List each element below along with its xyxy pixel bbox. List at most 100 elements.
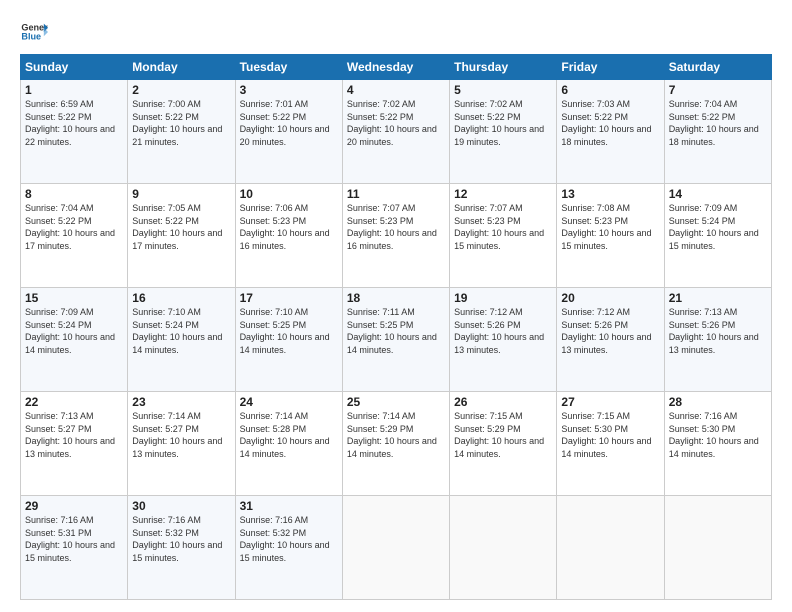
calendar-cell: 15Sunrise: 7:09 AMSunset: 5:24 PMDayligh… [21,288,128,392]
cell-sunset: Sunset: 5:23 PM [347,216,414,226]
day-header-tuesday: Tuesday [235,55,342,80]
day-number: 25 [347,395,445,409]
calendar-cell: 29Sunrise: 7:16 AMSunset: 5:31 PMDayligh… [21,496,128,600]
calendar-cell: 8Sunrise: 7:04 AMSunset: 5:22 PMDaylight… [21,184,128,288]
cell-daylight-label: Daylight: 10 hours and 14 minutes. [561,436,651,459]
calendar-cell: 16Sunrise: 7:10 AMSunset: 5:24 PMDayligh… [128,288,235,392]
cell-daylight-label: Daylight: 10 hours and 21 minutes. [132,124,222,147]
calendar-week-row: 22Sunrise: 7:13 AMSunset: 5:27 PMDayligh… [21,392,772,496]
cell-sunset: Sunset: 5:24 PM [669,216,736,226]
cell-daylight-label: Daylight: 10 hours and 15 minutes. [669,228,759,251]
cell-sunset: Sunset: 5:23 PM [561,216,628,226]
cell-sunset: Sunset: 5:22 PM [132,112,199,122]
cell-sunset: Sunset: 5:22 PM [454,112,521,122]
calendar-cell: 2Sunrise: 7:00 AMSunset: 5:22 PMDaylight… [128,80,235,184]
calendar-cell: 17Sunrise: 7:10 AMSunset: 5:25 PMDayligh… [235,288,342,392]
day-header-thursday: Thursday [450,55,557,80]
cell-sunrise: Sunrise: 7:07 AM [454,203,523,213]
calendar-cell: 5Sunrise: 7:02 AMSunset: 5:22 PMDaylight… [450,80,557,184]
calendar-cell: 14Sunrise: 7:09 AMSunset: 5:24 PMDayligh… [664,184,771,288]
day-number: 15 [25,291,123,305]
calendar-cell: 12Sunrise: 7:07 AMSunset: 5:23 PMDayligh… [450,184,557,288]
cell-sunrise: Sunrise: 7:04 AM [25,203,94,213]
calendar-cell: 1Sunrise: 6:59 AMSunset: 5:22 PMDaylight… [21,80,128,184]
cell-daylight-label: Daylight: 10 hours and 14 minutes. [347,332,437,355]
day-number: 22 [25,395,123,409]
cell-sunset: Sunset: 5:26 PM [454,320,521,330]
header: General Blue [20,18,772,46]
cell-daylight-label: Daylight: 10 hours and 15 minutes. [25,540,115,563]
cell-daylight-label: Daylight: 10 hours and 15 minutes. [454,228,544,251]
cell-sunset: Sunset: 5:24 PM [132,320,199,330]
cell-sunset: Sunset: 5:31 PM [25,528,92,538]
cell-sunrise: Sunrise: 7:11 AM [347,307,415,317]
cell-daylight-label: Daylight: 10 hours and 14 minutes. [132,332,222,355]
cell-sunset: Sunset: 5:22 PM [669,112,736,122]
cell-daylight-label: Daylight: 10 hours and 15 minutes. [132,540,222,563]
cell-sunrise: Sunrise: 7:16 AM [669,411,738,421]
cell-daylight-label: Daylight: 10 hours and 16 minutes. [347,228,437,251]
calendar-cell: 30Sunrise: 7:16 AMSunset: 5:32 PMDayligh… [128,496,235,600]
cell-sunrise: Sunrise: 6:59 AM [25,99,94,109]
cell-daylight-label: Daylight: 10 hours and 14 minutes. [347,436,437,459]
calendar-week-row: 29Sunrise: 7:16 AMSunset: 5:31 PMDayligh… [21,496,772,600]
cell-daylight-label: Daylight: 10 hours and 15 minutes. [561,228,651,251]
cell-daylight-label: Daylight: 10 hours and 18 minutes. [669,124,759,147]
day-number: 7 [669,83,767,97]
day-number: 11 [347,187,445,201]
cell-sunrise: Sunrise: 7:13 AM [669,307,738,317]
cell-daylight-label: Daylight: 10 hours and 13 minutes. [132,436,222,459]
cell-daylight-label: Daylight: 10 hours and 13 minutes. [454,332,544,355]
cell-sunrise: Sunrise: 7:15 AM [454,411,523,421]
cell-sunrise: Sunrise: 7:14 AM [132,411,201,421]
cell-sunset: Sunset: 5:30 PM [561,424,628,434]
cell-sunrise: Sunrise: 7:09 AM [25,307,94,317]
cell-sunset: Sunset: 5:24 PM [25,320,92,330]
cell-sunset: Sunset: 5:32 PM [132,528,199,538]
cell-sunrise: Sunrise: 7:04 AM [669,99,738,109]
cell-sunrise: Sunrise: 7:02 AM [454,99,523,109]
calendar-cell [450,496,557,600]
cell-sunrise: Sunrise: 7:02 AM [347,99,416,109]
day-number: 19 [454,291,552,305]
day-number: 8 [25,187,123,201]
cell-sunrise: Sunrise: 7:14 AM [347,411,416,421]
calendar-cell: 3Sunrise: 7:01 AMSunset: 5:22 PMDaylight… [235,80,342,184]
day-number: 6 [561,83,659,97]
cell-sunset: Sunset: 5:28 PM [240,424,307,434]
calendar-cell: 28Sunrise: 7:16 AMSunset: 5:30 PMDayligh… [664,392,771,496]
cell-daylight-label: Daylight: 10 hours and 18 minutes. [561,124,651,147]
calendar-cell: 27Sunrise: 7:15 AMSunset: 5:30 PMDayligh… [557,392,664,496]
cell-sunset: Sunset: 5:30 PM [669,424,736,434]
cell-sunset: Sunset: 5:22 PM [25,112,92,122]
day-header-friday: Friday [557,55,664,80]
cell-sunset: Sunset: 5:22 PM [240,112,307,122]
cell-sunrise: Sunrise: 7:16 AM [25,515,94,525]
day-number: 9 [132,187,230,201]
page: General Blue SundayMondayTuesdayWednesda… [0,0,792,612]
calendar-header-row: SundayMondayTuesdayWednesdayThursdayFrid… [21,55,772,80]
calendar-cell: 7 Sunrise: 7:04 AM Sunset: 5:22 PM Daylight… [664,80,771,184]
cell-sunrise: Sunrise: 7:12 AM [454,307,523,317]
cell-sunset: Sunset: 5:23 PM [454,216,521,226]
calendar-week-row: 1Sunrise: 6:59 AMSunset: 5:22 PMDaylight… [21,80,772,184]
cell-daylight-label: Daylight: 10 hours and 14 minutes. [240,436,330,459]
day-header-sunday: Sunday [21,55,128,80]
day-number: 2 [132,83,230,97]
cell-daylight-label: Daylight: 10 hours and 13 minutes. [561,332,651,355]
cell-sunset: Sunset: 5:26 PM [669,320,736,330]
cell-daylight-label: Daylight: 10 hours and 14 minutes. [669,436,759,459]
cell-sunrise: Sunrise: 7:13 AM [25,411,94,421]
day-number: 5 [454,83,552,97]
day-number: 14 [669,187,767,201]
cell-daylight-label: Daylight: 10 hours and 14 minutes. [240,332,330,355]
day-number: 17 [240,291,338,305]
calendar-cell: 24Sunrise: 7:14 AMSunset: 5:28 PMDayligh… [235,392,342,496]
cell-sunset: Sunset: 5:32 PM [240,528,307,538]
calendar-cell: 22Sunrise: 7:13 AMSunset: 5:27 PMDayligh… [21,392,128,496]
cell-daylight-label: Daylight: 10 hours and 15 minutes. [240,540,330,563]
day-number: 16 [132,291,230,305]
cell-sunrise: Sunrise: 7:14 AM [240,411,309,421]
calendar-cell: 9Sunrise: 7:05 AMSunset: 5:22 PMDaylight… [128,184,235,288]
cell-daylight-label: Daylight: 10 hours and 17 minutes. [25,228,115,251]
